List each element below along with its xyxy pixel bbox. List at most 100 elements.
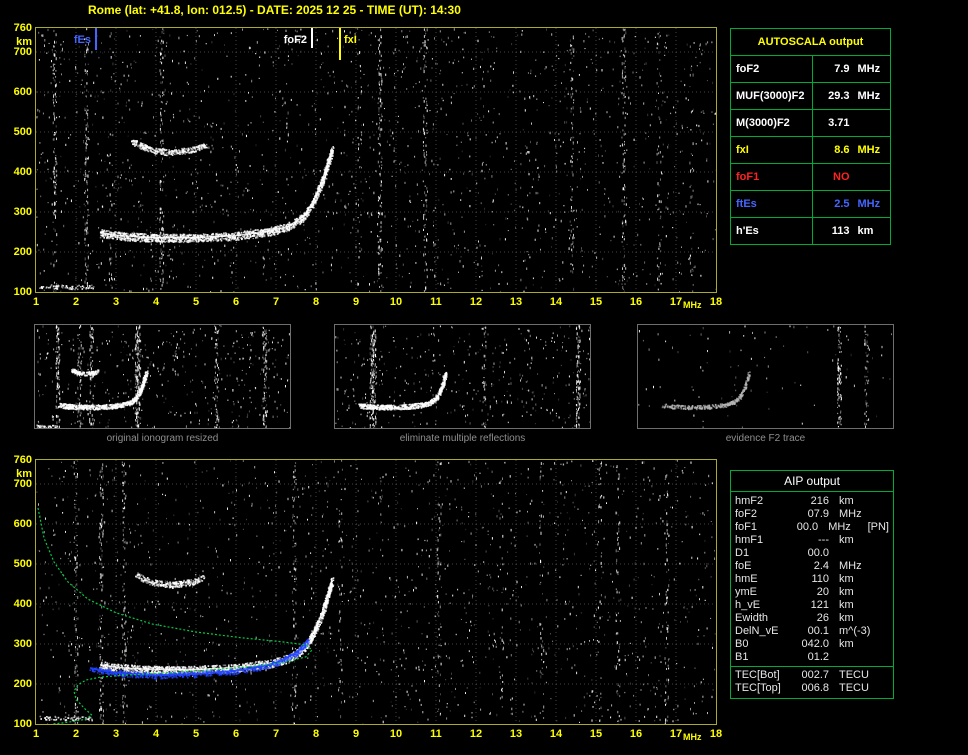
parameter-value: 7.9 MHz — [834, 63, 881, 75]
aip-name: B1 — [735, 651, 749, 663]
parameter-label: fxI — [731, 137, 813, 163]
aip-table-row: hmE 110 km — [735, 573, 889, 586]
axis-tick-label: 12 — [469, 296, 483, 308]
axis-tick-label: 200 — [13, 678, 32, 690]
aip-value: 216 — [810, 495, 829, 507]
aip-unit: km — [839, 612, 854, 624]
axis-tick-label: 200 — [13, 246, 32, 258]
parameter-label: foF2 — [731, 56, 813, 82]
aip-table-row: hmF2 216 km — [735, 495, 889, 508]
autoscala-table-row: MUF(3000)F2 29.3 MHz — [731, 82, 890, 109]
aip-output-table: AIP output hmF2 216 km foF2 07.9 MHz foF1 00.0 M… — [730, 470, 894, 699]
aip-unit: TECU — [839, 682, 869, 694]
axis-tick-label: 15 — [589, 728, 603, 740]
parameter-value: 113 km — [831, 225, 874, 237]
aip-value: 00.1 — [807, 625, 829, 637]
aip-unit: km — [839, 534, 854, 546]
axis-tick-label: 13 — [509, 728, 523, 740]
autoscala-table-title: AUTOSCALA output — [731, 29, 890, 56]
axis-tick-label: 500 — [13, 126, 32, 138]
aip-unit: MHz — [839, 508, 862, 520]
axis-tick-label: 16 — [629, 296, 643, 308]
aip-table-row: foF2 07.9 MHz — [735, 508, 889, 521]
aip-unit: m^(-3) — [839, 625, 871, 637]
axis-tick-label: 400 — [13, 166, 32, 178]
autoscala-table-row: fxI 8.6 MHz — [731, 136, 890, 163]
parameter-value: 29.3 MHz — [828, 90, 881, 102]
axis-tick-label: 600 — [13, 86, 32, 98]
aip-unit: TECU — [839, 669, 869, 681]
aip-unit: MHz — [839, 560, 862, 572]
aip-unit: km — [839, 573, 854, 585]
page-title: Rome (lat: +41.8, lon: 012.5) - DATE: 20… — [88, 3, 461, 17]
thumbnail-caption-original: original ionogram resized — [106, 433, 219, 444]
aip-name: DelN_vE — [735, 625, 779, 637]
aip-value: 07.9 — [807, 508, 829, 520]
aip-value: 01.2 — [807, 651, 829, 663]
axis-tick-label: 600 — [13, 518, 32, 530]
axis-tick-label: MHz — [683, 300, 702, 310]
aip-name: TEC[Bot] — [735, 669, 780, 681]
parameter-value: 8.6 MHz — [834, 144, 881, 156]
autoscala-table-row: foF1 NO — [731, 163, 890, 190]
axis-tick-label: 5 — [192, 728, 200, 740]
axis-tick-label: 14 — [549, 296, 563, 308]
axis-tick-label: 8 — [312, 728, 320, 740]
axis-tick-label: 11 — [430, 728, 442, 740]
aip-table-row: TEC[Top] 006.8 TECU — [735, 682, 889, 695]
axis-tick-label: 11 — [430, 296, 442, 308]
aip-unit: MHz — [828, 521, 851, 533]
aip-table-row: foF1 00.0 MHz [PN] — [735, 521, 889, 534]
aip-value: 110 — [811, 573, 829, 585]
axis-tick-label: 1 — [32, 728, 40, 740]
thumbnail-multiple-reflections-removed — [334, 324, 591, 429]
aip-name: foF1 — [735, 521, 758, 533]
axis-tick-label: km — [16, 36, 32, 48]
axis-tick-label: 2 — [72, 296, 80, 308]
axis-tick-label: 1 — [32, 296, 40, 308]
axis-tick-label: 9 — [352, 728, 360, 740]
aip-value: 2.4 — [813, 560, 829, 572]
aip-table-row: h_vE 121 km — [735, 599, 889, 612]
autoscala-table-row: ftEs 2.5 MHz — [731, 190, 890, 217]
parameter-value: 3.71 — [828, 117, 850, 129]
axis-tick-label: 300 — [13, 638, 32, 650]
axis-tick-label: 300 — [13, 206, 32, 218]
aip-value: 006.8 — [801, 682, 829, 694]
parameter-label: h'Es — [731, 218, 813, 244]
autoscala-table-rows: foF2 7.9 MHz MUF(3000)F2 29.3 MHz M(3000)F2 3.7… — [731, 56, 890, 244]
aip-name: foE — [735, 560, 752, 572]
autoscala-table-row: foF2 7.9 MHz — [731, 56, 890, 82]
aip-value: 00.0 — [807, 547, 829, 559]
aip-name: D1 — [735, 547, 750, 559]
aip-name: B0 — [735, 638, 749, 650]
aip-value: 002.7 — [801, 669, 829, 681]
axis-tick-label: 3 — [112, 296, 120, 308]
aip-unit — [839, 651, 879, 664]
ionogram-inversion-plot — [35, 459, 717, 725]
svg-text:fxI: fxI — [344, 34, 357, 46]
axis-tick-label: 10 — [389, 296, 403, 308]
axis-tick-label: 4 — [152, 296, 160, 308]
axis-tick-label: 400 — [13, 598, 32, 610]
aip-name: hmE — [735, 573, 758, 585]
axis-tick-label: 13 — [509, 296, 523, 308]
autoscala-app-screen: Rome (lat: +41.8, lon: 012.5) - DATE: 20… — [0, 0, 968, 755]
axis-tick-label: 2 — [72, 728, 80, 740]
aip-unit: km — [839, 638, 854, 650]
svg-text:fEs: fEs — [74, 34, 91, 46]
axis-tick-label: 18 — [709, 296, 723, 308]
aip-table-row: B1 01.2 — [735, 651, 889, 664]
parameter-label: foF1 — [731, 164, 813, 190]
aip-unit: km — [839, 586, 854, 598]
aip-value: --- — [818, 534, 829, 546]
parameter-label: MUF(3000)F2 — [731, 83, 813, 109]
aip-table-row: foE 2.4 MHz — [735, 560, 889, 573]
parameter-label: M(3000)F2 — [731, 110, 813, 136]
axis-tick-label: 10 — [389, 728, 403, 740]
axis-tick-label: 4 — [152, 728, 160, 740]
aip-table-row: DelN_vE 00.1 m^(-3) — [735, 625, 889, 638]
svg-text:foF2: foF2 — [284, 34, 307, 46]
aip-unit: km — [839, 599, 854, 611]
axis-tick-label: 6 — [232, 728, 240, 740]
